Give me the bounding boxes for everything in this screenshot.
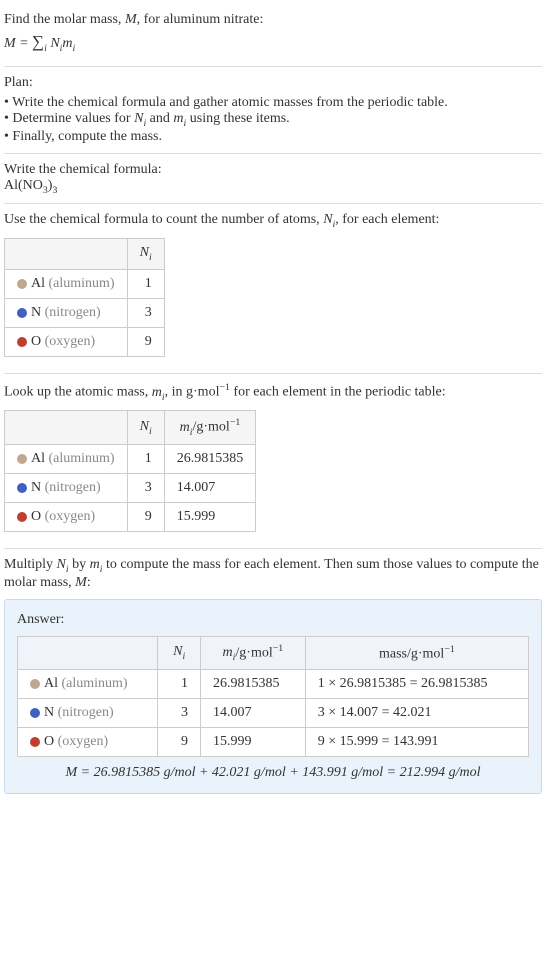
table-row: Al (aluminum) 1 26.9815385: [5, 444, 256, 473]
mi-cell: 15.999: [164, 502, 256, 531]
element-cell: O (oxygen): [5, 502, 128, 531]
formula-section: Write the chemical formula: Al(NO3)3: [4, 154, 542, 205]
plan-item: Determine values for Ni and mi using the…: [4, 111, 542, 129]
mass-cell: 3 × 14.007 = 42.021: [305, 699, 528, 728]
element-dot-icon: [17, 454, 27, 464]
table-row: N (nitrogen) 3 14.007: [5, 473, 256, 502]
intro-formula: M = ∑i Nimi: [4, 32, 542, 54]
mass-cell: 9 × 15.999 = 143.991: [305, 728, 528, 757]
element-cell: N (nitrogen): [5, 473, 128, 502]
element-cell: Al (aluminum): [18, 670, 158, 699]
intro-text: Find the molar mass, M, for aluminum nit…: [4, 12, 542, 28]
element-cell: N (nitrogen): [18, 699, 158, 728]
element-cell: O (oxygen): [5, 327, 128, 356]
formula-title: Write the chemical formula:: [4, 162, 542, 178]
table-header-empty: [18, 636, 158, 669]
plan-list: Write the chemical formula and gather at…: [4, 95, 542, 145]
ni-cell: 3: [127, 473, 164, 502]
answer-label: Answer:: [17, 612, 529, 628]
compute-title: Multiply Ni by mi to compute the mass fo…: [4, 557, 542, 591]
table-row: O (oxygen) 9 15.999: [5, 502, 256, 531]
mass-table: Ni mi/g·mol−1 Al (aluminum) 1 26.9815385…: [4, 410, 256, 531]
mi-cell: 26.9815385: [200, 670, 305, 699]
table-row: Al (aluminum) 1: [5, 269, 165, 298]
table-header-mass: mass/g·mol−1: [305, 636, 528, 669]
ni-cell: 9: [158, 728, 200, 757]
plan-item: Finally, compute the mass.: [4, 129, 542, 145]
mi-cell: 14.007: [164, 473, 256, 502]
element-cell: Al (aluminum): [5, 269, 128, 298]
element-dot-icon: [17, 279, 27, 289]
element-cell: O (oxygen): [18, 728, 158, 757]
element-dot-icon: [17, 337, 27, 347]
mass-title: Look up the atomic mass, mi, in g·mol−1 …: [4, 382, 542, 402]
ni-cell: 9: [127, 502, 164, 531]
table-header-ni: Ni: [127, 411, 164, 444]
table-header-empty: [5, 411, 128, 444]
table-header-empty: [5, 239, 128, 270]
table-header-mi: mi/g·mol−1: [200, 636, 305, 669]
count-section: Use the chemical formula to count the nu…: [4, 204, 542, 374]
ni-cell: 3: [127, 298, 164, 327]
table-header-mi: mi/g·mol−1: [164, 411, 256, 444]
table-header-row: Ni: [5, 239, 165, 270]
mi-cell: 26.9815385: [164, 444, 256, 473]
element-dot-icon: [30, 708, 40, 718]
compute-section: Multiply Ni by mi to compute the mass fo…: [4, 549, 542, 794]
ni-cell: 9: [127, 327, 164, 356]
table-row: O (oxygen) 9 15.999 9 × 15.999 = 143.991: [18, 728, 529, 757]
mi-cell: 15.999: [200, 728, 305, 757]
answer-box: Answer: Ni mi/g·mol−1 mass/g·mol−1 Al (a…: [4, 599, 542, 794]
table-header-row: Ni mi/g·mol−1: [5, 411, 256, 444]
element-dot-icon: [17, 483, 27, 493]
mass-section: Look up the atomic mass, mi, in g·mol−1 …: [4, 374, 542, 549]
table-row: O (oxygen) 9: [5, 327, 165, 356]
table-header-ni: Ni: [158, 636, 200, 669]
ni-cell: 1: [127, 444, 164, 473]
final-result: M = 26.9815385 g/mol + 42.021 g/mol + 14…: [17, 765, 529, 781]
chemical-formula: Al(NO3)3: [4, 178, 542, 196]
mi-cell: 14.007: [200, 699, 305, 728]
ni-cell: 3: [158, 699, 200, 728]
plan-section: Plan: Write the chemical formula and gat…: [4, 67, 542, 154]
answer-table: Ni mi/g·mol−1 mass/g·mol−1 Al (aluminum)…: [17, 636, 529, 757]
element-dot-icon: [30, 679, 40, 689]
ni-cell: 1: [127, 269, 164, 298]
count-table: Ni Al (aluminum) 1 N (nitrogen) 3 O (oxy…: [4, 238, 165, 357]
table-header-ni: Ni: [127, 239, 164, 270]
table-header-row: Ni mi/g·mol−1 mass/g·mol−1: [18, 636, 529, 669]
element-dot-icon: [17, 308, 27, 318]
table-row: N (nitrogen) 3: [5, 298, 165, 327]
count-title: Use the chemical formula to count the nu…: [4, 212, 542, 230]
table-row: Al (aluminum) 1 26.9815385 1 × 26.981538…: [18, 670, 529, 699]
element-cell: N (nitrogen): [5, 298, 128, 327]
plan-title: Plan:: [4, 75, 542, 91]
intro-section: Find the molar mass, M, for aluminum nit…: [4, 4, 542, 67]
plan-item: Write the chemical formula and gather at…: [4, 95, 542, 111]
element-cell: Al (aluminum): [5, 444, 128, 473]
mass-cell: 1 × 26.9815385 = 26.9815385: [305, 670, 528, 699]
ni-cell: 1: [158, 670, 200, 699]
element-dot-icon: [17, 512, 27, 522]
table-row: N (nitrogen) 3 14.007 3 × 14.007 = 42.02…: [18, 699, 529, 728]
element-dot-icon: [30, 737, 40, 747]
